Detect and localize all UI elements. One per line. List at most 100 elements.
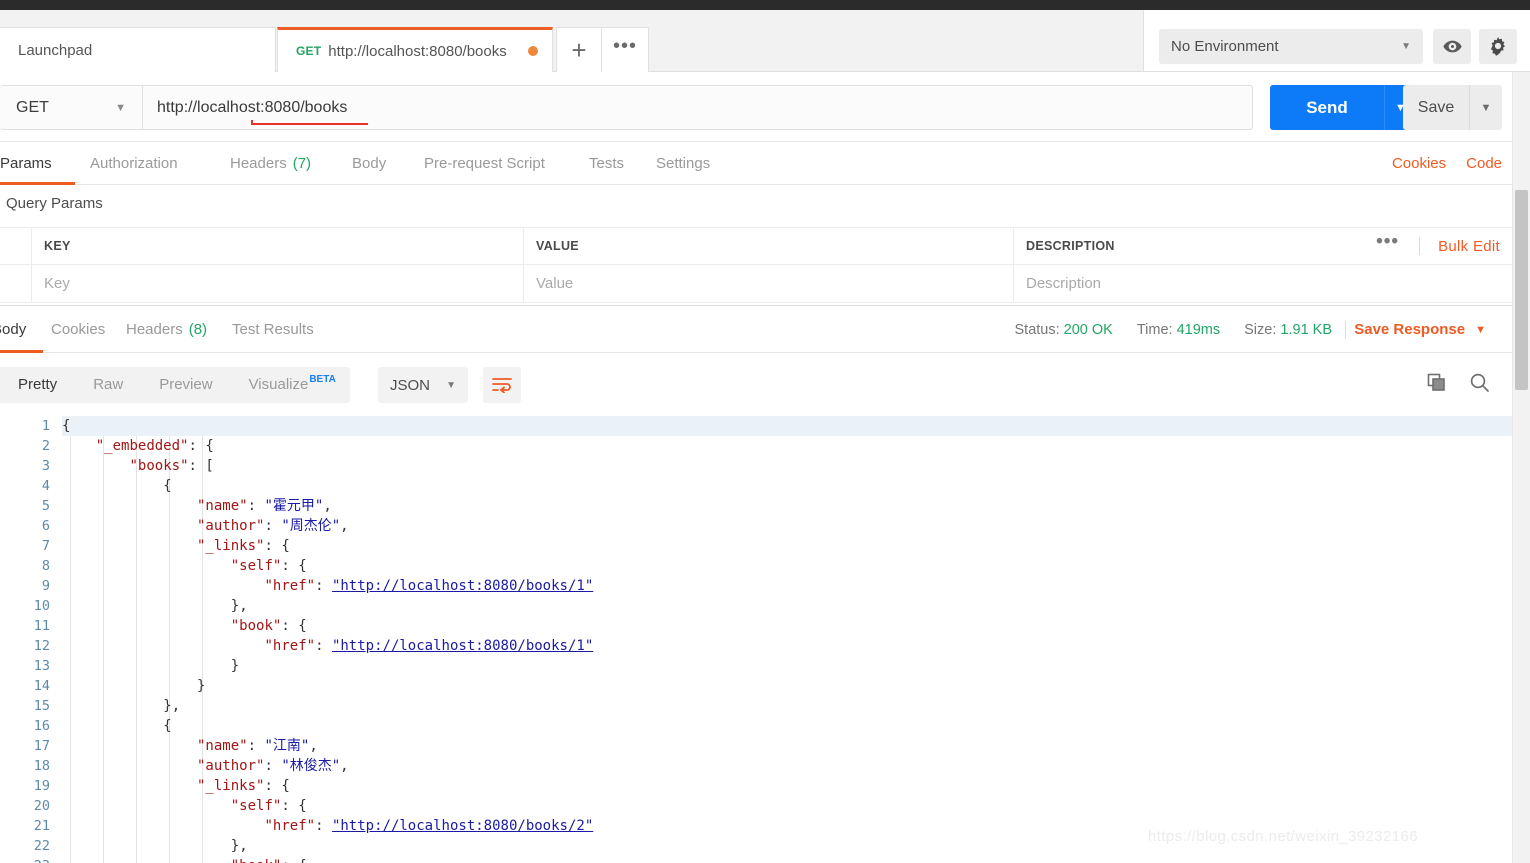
response-tab-headers[interactable]: Headers (8) (126, 306, 207, 353)
code-line-number: 4 (41, 478, 50, 494)
response-tab-body[interactable]: Body (0, 306, 43, 353)
view-raw[interactable]: Raw (75, 367, 141, 403)
url-annotation-underline (251, 120, 368, 125)
chevron-down-icon: ▼ (1475, 323, 1486, 336)
bulk-edit-link[interactable]: Bulk Edit (1420, 238, 1506, 255)
header-checkbox-cell (0, 228, 32, 264)
code-line: }, (230, 598, 248, 614)
column-header-key: KEY (32, 228, 524, 264)
plus-icon: + (571, 35, 587, 65)
view-visualize[interactable]: Visualize BETA (231, 367, 350, 403)
response-tab-test-results-label: Test Results (232, 321, 314, 338)
tab-request-get-books[interactable]: GET http://localhost:8080/books (277, 27, 553, 72)
send-button[interactable]: Send (1270, 85, 1384, 130)
param-description-input[interactable]: Description (1014, 265, 1512, 302)
code-line: "href": "http://localhost:8080/books/1" (264, 578, 594, 594)
send-button-label: Send (1306, 97, 1348, 117)
tab-tests[interactable]: Tests (589, 142, 624, 185)
response-tab-cookies-label: Cookies (51, 321, 106, 338)
main-vertical-scrollbar[interactable] (1512, 72, 1530, 863)
status-badge: Status: 200 OK (1015, 322, 1113, 338)
code-line-number: 15 (33, 698, 50, 714)
status-value: 200 OK (1063, 321, 1113, 338)
search-button[interactable] (1469, 372, 1490, 398)
code-line: "book": { (62, 856, 1512, 863)
copy-icon (1427, 373, 1445, 391)
tab-headers[interactable]: Headers (7) (230, 142, 311, 185)
save-response-button[interactable]: Save Response ▼ (1354, 306, 1486, 353)
view-preview[interactable]: Preview (141, 367, 230, 403)
code-line: "author": "林俊杰", (197, 758, 349, 774)
settings-button[interactable] (1479, 29, 1517, 64)
query-params-more-icon[interactable]: ••• (1356, 231, 1419, 261)
code-line-number: 18 (33, 758, 50, 774)
query-params-header-row: KEY VALUE DESCRIPTION ••• Bulk Edit (0, 227, 1512, 265)
code-line: "_embedded": { (95, 438, 214, 454)
code-line-number: 9 (41, 578, 50, 594)
tab-bar: Launchpad GET http://localhost:8080/book… (0, 10, 1143, 72)
code-lines: { "_embedded": { "books": [ { "name": "霍… (62, 416, 1512, 863)
save-button[interactable]: Save (1403, 85, 1469, 130)
param-key-input[interactable]: Key (32, 265, 524, 302)
code-line-number: 6 (41, 518, 50, 534)
tab-method-label: GET (296, 44, 322, 58)
code-line-number: 21 (33, 818, 50, 834)
tab-authorization[interactable]: Authorization (90, 142, 178, 185)
param-value-input[interactable]: Value (524, 265, 1014, 302)
response-format-label: JSON (390, 376, 431, 394)
tab-url-label: http://localhost:8080/books (328, 42, 507, 60)
view-visualize-label: Visualize (248, 376, 309, 393)
tab-settings[interactable]: Settings (656, 142, 710, 185)
request-tabs-actions: Cookies Code (1392, 142, 1502, 185)
code-line-number: 10 (33, 598, 50, 614)
response-meta: Status: 200 OK Time: 419ms Size: 1.91 KB (1015, 306, 1333, 353)
save-options-button[interactable]: ▼ (1469, 85, 1502, 130)
response-body-code-view[interactable]: 1234567891011121314151617181920212223 { … (0, 416, 1512, 863)
eye-icon (1442, 40, 1462, 53)
code-line: "book": { (230, 618, 307, 634)
tab-authorization-label: Authorization (90, 155, 178, 172)
code-line-number: 19 (33, 778, 50, 794)
code-line: "_links": { (197, 778, 290, 794)
copy-to-clipboard-button[interactable] (1427, 373, 1447, 398)
view-pretty-label: Pretty (18, 376, 58, 393)
row-checkbox-cell[interactable] (0, 265, 32, 302)
http-method-selector[interactable]: GET ▼ (0, 85, 143, 130)
environment-quick-look-button[interactable] (1433, 29, 1471, 64)
code-line: "name": "江南", (197, 738, 318, 754)
code-line-number: 7 (41, 538, 50, 554)
code-line: "self": { (230, 558, 307, 574)
tab-launchpad[interactable]: Launchpad (0, 27, 276, 72)
cookies-link[interactable]: Cookies (1392, 155, 1446, 172)
response-body-toolbar: Pretty Raw Preview Visualize BETA JSON ▼ (0, 353, 1512, 416)
code-line: } (230, 658, 240, 674)
tab-options-button[interactable]: ••• (601, 27, 649, 72)
view-preview-label: Preview (159, 376, 213, 393)
tab-body[interactable]: Body (352, 142, 386, 185)
divider (1345, 321, 1346, 339)
code-link[interactable]: Code (1466, 155, 1502, 172)
size-badge: Size: 1.91 KB (1244, 322, 1332, 338)
new-tab-button[interactable]: + (556, 27, 601, 72)
view-pretty[interactable]: Pretty (0, 367, 75, 403)
scrollbar-thumb[interactable] (1515, 190, 1528, 390)
code-line-number: 12 (33, 638, 50, 654)
code-line-number: 14 (33, 678, 50, 694)
response-tab-headers-label: Headers (126, 321, 183, 338)
environment-selector[interactable]: No Environment ▼ (1159, 29, 1423, 64)
chevron-down-icon: ▼ (1480, 101, 1492, 114)
code-line: "author": "周杰伦", (197, 518, 349, 534)
tab-headers-count: (7) (292, 155, 312, 172)
tab-headers-label: Headers (230, 155, 287, 172)
word-wrap-button[interactable] (483, 367, 521, 403)
response-tab-cookies[interactable]: Cookies (51, 306, 105, 353)
tab-pre-request-script[interactable]: Pre-request Script (424, 142, 545, 185)
code-line: }, (163, 698, 181, 714)
query-params-actions: ••• Bulk Edit (1356, 228, 1506, 264)
tab-params[interactable]: Params (0, 142, 75, 185)
code-line-number: 2 (41, 438, 50, 454)
code-line: } (197, 678, 206, 694)
response-body-actions (1427, 367, 1490, 403)
response-format-selector[interactable]: JSON ▼ (378, 367, 468, 403)
response-tab-test-results[interactable]: Test Results (232, 306, 314, 353)
